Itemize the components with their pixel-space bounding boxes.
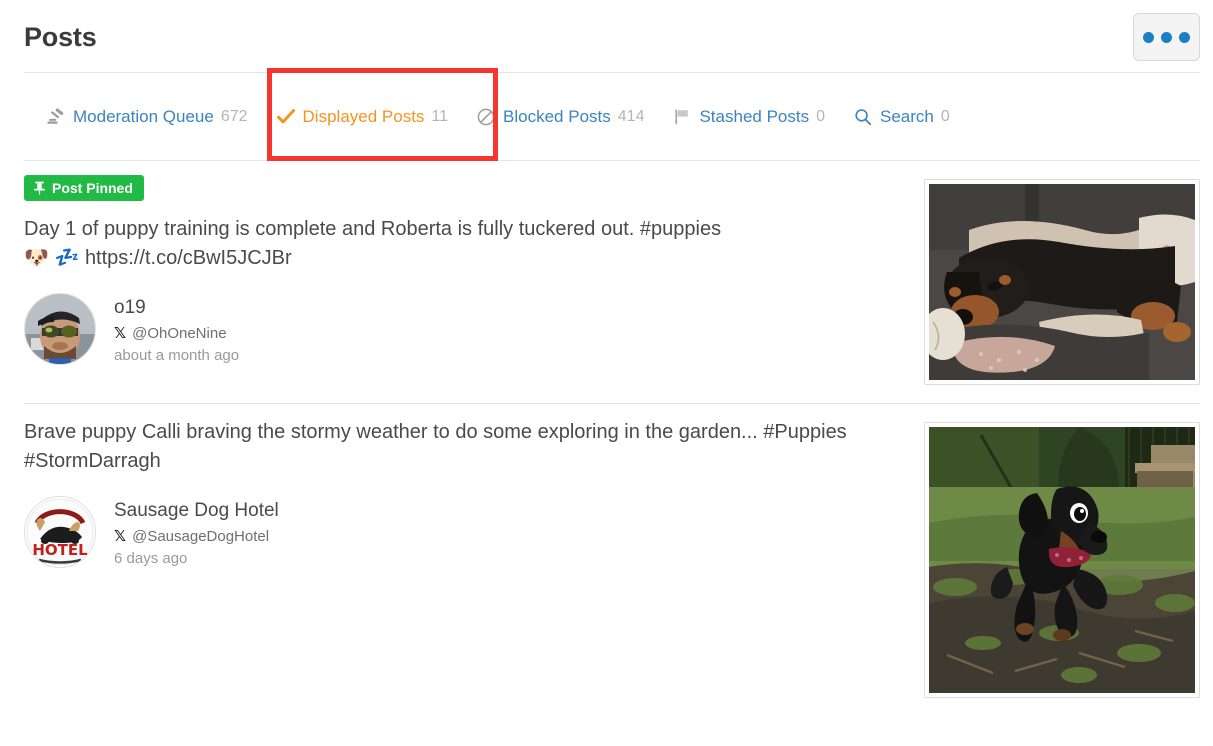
menu-dot-icon (1179, 31, 1190, 43)
post-list: Post Pinned Day 1 of puppy training is c… (0, 161, 1213, 716)
badge-label: Post Pinned (52, 180, 133, 196)
avatar-o19[interactable] (24, 293, 96, 365)
tab-blocked-posts[interactable]: Blocked Posts 414 (462, 101, 658, 133)
post-image-running-dachshund-puppy[interactable] (924, 422, 1200, 698)
page-header: Posts (0, 0, 1213, 72)
post-emoji: 🐶 💤 (24, 247, 80, 269)
tab-count: 11 (431, 107, 449, 125)
gavel-icon (46, 107, 66, 127)
tab-count: 672 (220, 107, 248, 125)
author-handle: 𝕏 @OhOneNine (114, 324, 239, 342)
post-item[interactable]: Post Pinned Day 1 of puppy training is c… (24, 161, 1200, 404)
author-handle: 𝕏 @SausageDogHotel (114, 527, 279, 545)
post-body: Brave puppy Calli braving the stormy wea… (24, 421, 847, 472)
tab-count: 0 (816, 107, 825, 125)
tab-label: Moderation Queue (73, 106, 214, 126)
post-text: Brave puppy Calli braving the stormy wea… (24, 418, 904, 476)
tab-bar: Moderation Queue 672 Displayed Posts 11 … (24, 72, 1200, 161)
post-author: HOTEL Sausage Dog Hotel 𝕏 @SausageDogHot… (24, 492, 904, 568)
post-content: Brave puppy Calli braving the stormy wea… (24, 418, 924, 568)
tab-label: Search (880, 106, 934, 126)
post-body: Day 1 of puppy training is complete and … (24, 218, 722, 240)
author-meta: o19 𝕏 @OhOneNine about a month ago (114, 293, 239, 364)
pin-icon (33, 181, 46, 195)
tab-count: 414 (617, 107, 645, 125)
post-timestamp: 6 days ago (114, 550, 188, 567)
menu-dot-icon (1161, 31, 1172, 43)
status-badge-post-pinned: Post Pinned (24, 175, 144, 201)
tab-label: Blocked Posts (503, 106, 611, 126)
check-icon (276, 107, 296, 127)
tab-search[interactable]: Search 0 (839, 101, 964, 133)
handle-text: @SausageDogHotel (132, 527, 270, 545)
handle-text: @OhOneNine (132, 324, 227, 342)
overflow-menu-button[interactable] (1133, 13, 1200, 61)
post-link[interactable]: https://t.co/cBwI5JCJBr (85, 247, 292, 269)
post-author: o19 𝕏 @OhOneNine about a month ago (24, 289, 904, 365)
tab-label: Stashed Posts (699, 106, 810, 126)
search-icon (853, 107, 873, 127)
tab-count: 0 (940, 107, 950, 125)
svg-text:HOTEL: HOTEL (32, 541, 88, 559)
author-name: Sausage Dog Hotel (114, 500, 279, 521)
page-title: Posts (24, 22, 97, 52)
author-meta: Sausage Dog Hotel 𝕏 @SausageDogHotel 6 d… (114, 496, 279, 567)
x-icon: 𝕏 (114, 324, 127, 342)
tab-displayed-posts[interactable]: Displayed Posts 11 (262, 101, 463, 133)
tab-stashed-posts[interactable]: Stashed Posts 0 (658, 101, 839, 133)
avatar-sausage-dog-hotel[interactable]: HOTEL (24, 496, 96, 568)
post-image-sleeping-rottweiler-puppy[interactable] (924, 179, 1200, 385)
menu-dot-icon (1143, 31, 1154, 43)
post-text: Day 1 of puppy training is complete and … (24, 215, 904, 273)
flag-icon (672, 107, 692, 127)
tab-label: Displayed Posts (302, 106, 425, 126)
author-name: o19 (114, 297, 146, 318)
x-icon: 𝕏 (114, 527, 127, 545)
tab-moderation-queue[interactable]: Moderation Queue 672 (32, 101, 262, 133)
post-item[interactable]: Brave puppy Calli braving the stormy wea… (24, 404, 1200, 716)
post-timestamp: about a month ago (114, 347, 240, 364)
block-icon (476, 107, 496, 127)
post-content: Post Pinned Day 1 of puppy training is c… (24, 175, 924, 365)
